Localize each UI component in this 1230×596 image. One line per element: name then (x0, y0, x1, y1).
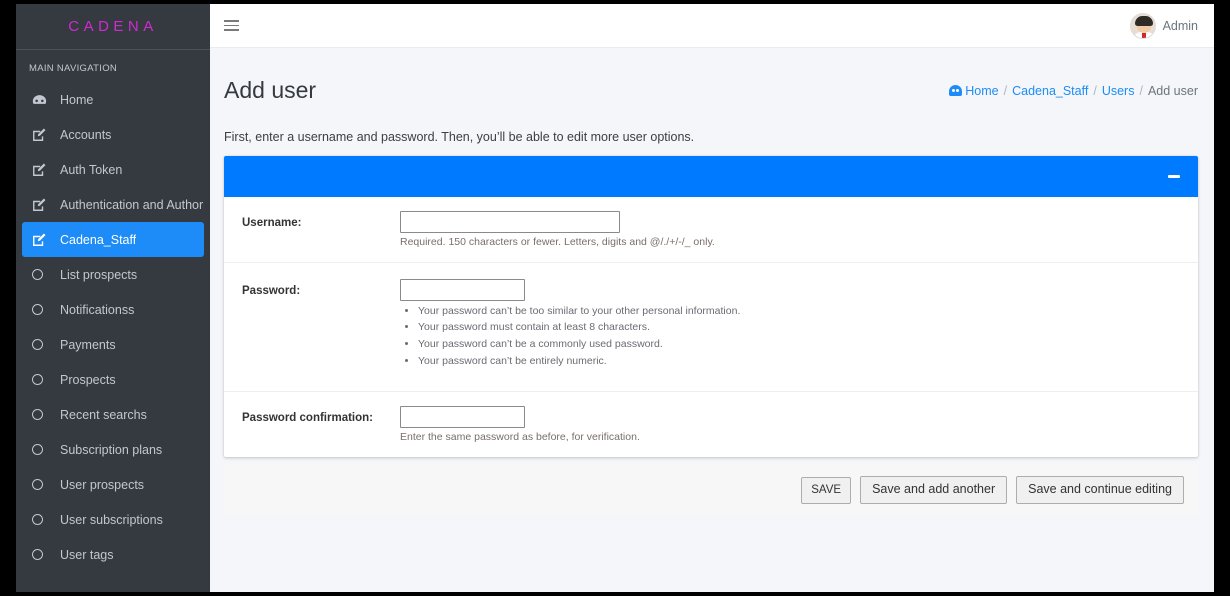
sidebar-item-label: Recent searchs (60, 407, 147, 422)
avatar (1129, 12, 1156, 39)
add-user-card: Username: Required. 150 characters or few… (224, 155, 1198, 458)
field-container: Your password can’t be too similar to yo… (400, 278, 1198, 371)
sidebar-item-notificationss[interactable]: Notificationss (22, 292, 204, 327)
username-input[interactable] (400, 210, 620, 233)
save-button[interactable]: SAVE (801, 476, 852, 504)
field-container: Required. 150 characters or fewer. Lette… (400, 210, 1198, 248)
sidebar-item-label: User subscriptions (60, 512, 163, 527)
sidebar-item-label: Prospects (60, 372, 116, 387)
sidebar-item-label: Payments (60, 337, 116, 352)
sidebar-item-authentication-and-authoriz[interactable]: Authentication and Authoriz (22, 187, 204, 222)
page-header: Add user Home / Cadena_Staff / Users / Add use… (210, 48, 1214, 124)
sidebar-item-prospects[interactable]: Prospects (22, 362, 204, 397)
sidebar-section-header: MAIN NAVIGATION (29, 63, 118, 74)
user-menu[interactable]: Admin (1129, 12, 1198, 39)
password-confirmation-input[interactable] (400, 406, 525, 429)
dashboard-icon (32, 93, 54, 107)
sidebar-item-user-tags[interactable]: User tags (22, 537, 204, 572)
form-row: Password confirmation: Enter the same pas… (224, 392, 1198, 457)
sidebar-item-label: List prospects (60, 267, 138, 282)
brand-logo[interactable]: CADENA (16, 4, 210, 50)
sidebar-item-label: Subscription plans (60, 442, 163, 457)
circle-icon (32, 479, 54, 490)
sidebar-item-label: Cadena_Staff (60, 232, 137, 247)
sidebar-item-user-prospects[interactable]: User prospects (22, 467, 204, 502)
password-requirement-item: Your password can’t be too similar to yo… (418, 305, 1198, 318)
breadcrumb-separator: / (1003, 83, 1008, 98)
circle-icon (32, 339, 54, 350)
sidebar-item-payments[interactable]: Payments (22, 327, 204, 362)
card-header (224, 155, 1198, 197)
sidebar-item-label: Auth Token (60, 162, 123, 177)
password-requirement-item: Your password can’t be a commonly used p… (418, 338, 1198, 351)
sidebar-item-accounts[interactable]: Accounts (22, 117, 204, 152)
intro-text: First, enter a username and password. Th… (224, 129, 695, 144)
sidebar-item-recent-searchs[interactable]: Recent searchs (22, 397, 204, 432)
breadcrumb: Home / Cadena_Staff / Users / Add user (949, 84, 1198, 98)
breadcrumb-link[interactable]: Users (1102, 84, 1135, 98)
dashboard-icon (949, 85, 963, 97)
save-and-add-another-button[interactable]: Save and add another (860, 476, 1008, 505)
breadcrumb-item[interactable]: Cadena_Staff (1012, 84, 1088, 98)
breadcrumb-link: Add user (1147, 83, 1198, 98)
circle-icon (32, 269, 54, 280)
save-and-continue-editing-button[interactable]: Save and continue editing (1016, 476, 1184, 505)
top-navbar: Admin (210, 4, 1214, 48)
edit-square-icon (32, 233, 54, 247)
app-window: CADENA MAIN NAVIGATION Home Accounts Auth … (16, 4, 1214, 592)
sidebar-item-user-subscriptions[interactable]: User subscriptions (22, 502, 204, 537)
sidebar-item-cadena-staff[interactable]: Cadena_Staff (22, 222, 204, 257)
user-name-label: Admin (1162, 18, 1198, 33)
brand-text: CADENA (68, 18, 158, 35)
password-input[interactable] (400, 278, 525, 301)
sidebar-item-label: User tags (60, 547, 114, 562)
breadcrumb-item[interactable]: Users (1102, 84, 1135, 98)
sidebar-item-home[interactable]: Home (22, 82, 204, 117)
sidebar-item-auth-token[interactable]: Auth Token (22, 152, 204, 187)
password-requirement-item: Your password can’t be entirely numeric. (418, 355, 1198, 368)
field-help-text: Enter the same password as before, for v… (400, 431, 640, 444)
main-content: Admin Add user Home / Cadena_Staff / Users / A… (210, 4, 1214, 592)
field-label: Password confirmation: (242, 412, 373, 425)
breadcrumb-separator: / (1093, 83, 1097, 98)
sidebar-item-label: Accounts (60, 127, 112, 142)
circle-icon (32, 409, 54, 420)
sidebar-item-label: Authentication and Authoriz (60, 197, 204, 212)
circle-icon (32, 514, 54, 525)
circle-icon (32, 444, 54, 455)
edit-square-icon (32, 128, 54, 142)
edit-square-icon (32, 163, 54, 177)
breadcrumb-link[interactable]: Cadena_Staff (1012, 84, 1088, 98)
form-row: Username: Required. 150 characters or few… (224, 197, 1198, 263)
hamburger-icon[interactable] (224, 16, 244, 36)
circle-icon (32, 374, 54, 385)
field-help-text: Required. 150 characters or fewer. Lette… (400, 235, 715, 248)
field-label: Password: (242, 284, 301, 297)
sidebar-item-label: Notificationss (60, 302, 135, 317)
form-row: Password: Your password can’t be too simi… (224, 263, 1198, 393)
breadcrumb-link[interactable]: Home (965, 84, 998, 98)
card-body: Username: Required. 150 characters or few… (224, 197, 1198, 457)
field-container: Enter the same password as before, for v… (400, 406, 1198, 443)
circle-icon (32, 304, 54, 315)
page-title: Add user (224, 77, 317, 104)
sidebar: CADENA MAIN NAVIGATION Home Accounts Auth … (16, 4, 210, 592)
sidebar-item-label: Home (60, 92, 94, 107)
breadcrumb-item: Add user (1148, 84, 1198, 98)
password-requirement-item: Your password must contain at least 8 ch… (418, 321, 1198, 334)
field-label: Username: (242, 216, 302, 229)
sidebar-nav: Home Accounts Auth Token Authentication and… (16, 82, 210, 572)
sidebar-item-subscription-plans[interactable]: Subscription plans (22, 432, 204, 467)
edit-square-icon (32, 198, 54, 212)
sidebar-item-list-prospects[interactable]: List prospects (22, 257, 204, 292)
sidebar-item-label: User prospects (60, 477, 145, 492)
circle-icon (32, 549, 54, 560)
submit-row: SAVE Save and add another Save and conti… (224, 465, 1198, 516)
breadcrumb-separator: / (1139, 83, 1143, 98)
breadcrumb-item[interactable]: Home (949, 84, 999, 98)
minus-icon[interactable] (1164, 171, 1184, 182)
password-requirements-list: Your password can’t be too similar to yo… (400, 305, 1198, 367)
